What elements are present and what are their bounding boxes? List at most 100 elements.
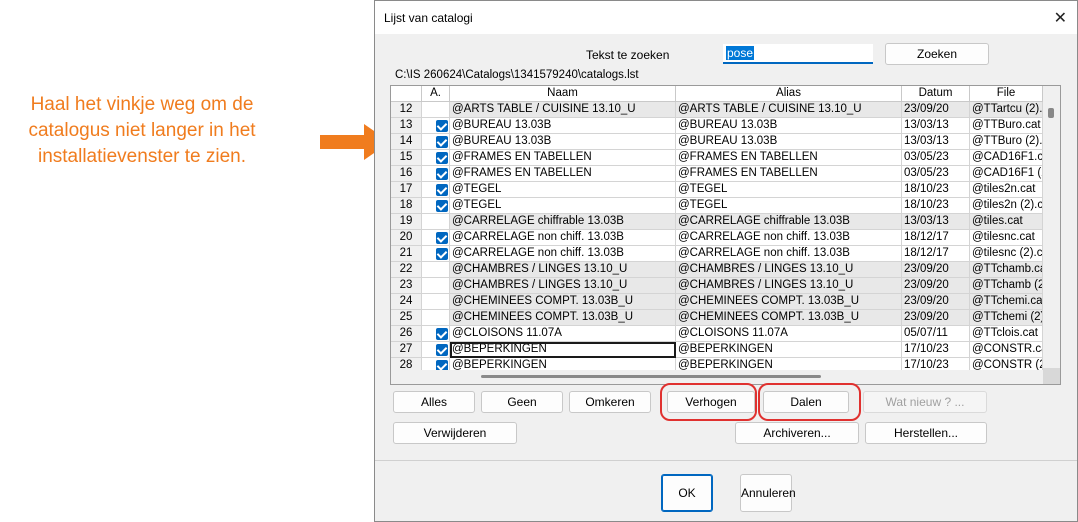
table-row[interactable]: 19 @CARRELAGE chiffrable 13.03B @CARRELAGE… [391, 214, 1043, 230]
table-row[interactable]: 24 @CHEMINEES COMPT. 13.03B_U @CHEMINEES C… [391, 294, 1043, 310]
table-row[interactable]: 17 @TEGEL @TEGEL 18/10/23 @tiles2n.cat [391, 182, 1043, 198]
naam-cell[interactable]: @CARRELAGE non chiff. 13.03B [450, 230, 676, 246]
active-cell[interactable] [422, 150, 450, 166]
file-cell[interactable]: @tiles2n (2).c [970, 198, 1043, 214]
file-cell[interactable]: @TTchemi.cat [970, 294, 1043, 310]
close-icon[interactable]: ✕ [1054, 8, 1067, 28]
table-row[interactable]: 14 @BUREAU 13.03B @BUREAU 13.03B 13/03/13 @T… [391, 134, 1043, 150]
horizontal-scrollbar[interactable] [391, 370, 1043, 384]
file-cell[interactable]: @tilesnc (2).ca [970, 246, 1043, 262]
alias-cell[interactable]: @FRAMES EN TABELLEN [676, 150, 902, 166]
alias-cell[interactable]: @BUREAU 13.03B [676, 134, 902, 150]
header-datum[interactable]: Datum [902, 86, 970, 102]
alias-cell[interactable]: @CHEMINEES COMPT. 13.03B_U [676, 294, 902, 310]
datum-cell[interactable]: 23/09/20 [902, 278, 970, 294]
active-cell[interactable] [422, 246, 450, 262]
file-cell[interactable]: @CONSTR.cat [970, 342, 1043, 358]
file-cell[interactable]: @TTclois.cat [970, 326, 1043, 342]
file-cell[interactable]: @tiles2n.cat [970, 182, 1043, 198]
naam-cell[interactable]: @CHAMBRES / LINGES 13.10_U [450, 278, 676, 294]
naam-cell[interactable]: @CHEMINEES COMPT. 13.03B_U [450, 310, 676, 326]
datum-cell[interactable]: 03/05/23 [902, 150, 970, 166]
naam-cell[interactable]: @FRAMES EN TABELLEN [450, 166, 676, 182]
file-cell[interactable]: @TTchemi (2).c [970, 310, 1043, 326]
datum-cell[interactable]: 13/03/13 [902, 214, 970, 230]
datum-cell[interactable]: 18/12/17 [902, 230, 970, 246]
header-active[interactable]: A. [422, 86, 450, 102]
active-cell[interactable] [422, 230, 450, 246]
naam-cell[interactable]: @CHAMBRES / LINGES 13.10_U [450, 262, 676, 278]
naam-cell[interactable]: @CHEMINEES COMPT. 13.03B_U [450, 294, 676, 310]
whats-new-button[interactable]: Wat nieuw ? ... [863, 391, 987, 413]
active-cell[interactable] [422, 134, 450, 150]
naam-cell[interactable]: @ARTS TABLE / CUISINE 13.10_U [450, 102, 676, 118]
datum-cell[interactable]: 18/10/23 [902, 198, 970, 214]
invert-selection-button[interactable]: Omkeren [569, 391, 651, 413]
table-row[interactable]: 21 @CARRELAGE non chiff. 13.03B @CARRELAGE… [391, 246, 1043, 262]
naam-cell[interactable]: @BUREAU 13.03B [450, 134, 676, 150]
active-cell[interactable] [422, 342, 450, 358]
alias-cell[interactable]: @CLOISONS 11.07A [676, 326, 902, 342]
horizontal-scroll-thumb[interactable] [481, 375, 821, 378]
active-cell[interactable] [422, 294, 450, 310]
active-checkbox[interactable] [436, 248, 448, 260]
alias-cell[interactable]: @CHAMBRES / LINGES 13.10_U [676, 262, 902, 278]
search-button[interactable]: Zoeken [885, 43, 989, 65]
cancel-button[interactable]: Annuleren [740, 474, 796, 512]
alias-cell[interactable]: @BEPERKINGEN [676, 342, 902, 358]
move-down-button[interactable]: Dalen [763, 391, 849, 413]
file-cell[interactable]: @tilesnc.cat [970, 230, 1043, 246]
select-none-button[interactable]: Geen [481, 391, 563, 413]
datum-cell[interactable]: 23/09/20 [902, 310, 970, 326]
file-cell[interactable]: @TTBuro (2).c [970, 134, 1043, 150]
header-file[interactable]: File [970, 86, 1043, 102]
active-cell[interactable] [422, 198, 450, 214]
active-checkbox[interactable] [436, 168, 448, 180]
ok-button[interactable]: OK [661, 474, 713, 512]
archive-button[interactable]: Archiveren... [735, 422, 859, 444]
active-checkbox[interactable] [436, 344, 448, 356]
file-cell[interactable]: @TTchamb.cat [970, 262, 1043, 278]
datum-cell[interactable]: 17/10/23 [902, 342, 970, 358]
header-alias[interactable]: Alias [676, 86, 902, 102]
table-row[interactable]: 16 @FRAMES EN TABELLEN @FRAMES EN TABELLEN… [391, 166, 1043, 182]
datum-cell[interactable]: 18/12/17 [902, 246, 970, 262]
naam-cell[interactable]: @TEGEL [450, 198, 676, 214]
active-checkbox[interactable] [436, 200, 448, 212]
file-cell[interactable]: @TTchamb (2) [970, 278, 1043, 294]
move-up-button[interactable]: Verhogen [667, 391, 755, 413]
active-cell[interactable] [422, 118, 450, 134]
active-cell[interactable] [422, 310, 450, 326]
table-row[interactable]: 20 @CARRELAGE non chiff. 13.03B @CARRELAGE… [391, 230, 1043, 246]
datum-cell[interactable]: 03/05/23 [902, 166, 970, 182]
active-checkbox[interactable] [436, 328, 448, 340]
active-cell[interactable] [422, 214, 450, 230]
table-row[interactable]: 12 @ARTS TABLE / CUISINE 13.10_U @ARTS TAB… [391, 102, 1043, 118]
alias-cell[interactable]: @CARRELAGE non chiff. 13.03B [676, 246, 902, 262]
datum-cell[interactable]: 23/09/20 [902, 102, 970, 118]
header-naam[interactable]: Naam [450, 86, 676, 102]
datum-cell[interactable]: 18/10/23 [902, 182, 970, 198]
table-row[interactable]: 18 @TEGEL @TEGEL 18/10/23 @tiles2n (2).c [391, 198, 1043, 214]
file-cell[interactable]: @tiles.cat [970, 214, 1043, 230]
active-cell[interactable] [422, 262, 450, 278]
active-checkbox[interactable] [436, 232, 448, 244]
restore-button[interactable]: Herstellen... [865, 422, 987, 444]
naam-cell[interactable]: @CARRELAGE non chiff. 13.03B [450, 246, 676, 262]
select-all-button[interactable]: Alles [393, 391, 475, 413]
active-cell[interactable] [422, 166, 450, 182]
naam-cell[interactable]: @FRAMES EN TABELLEN [450, 150, 676, 166]
file-cell[interactable]: @TTBuro.cat [970, 118, 1043, 134]
active-cell[interactable] [422, 102, 450, 118]
naam-cell[interactable]: @CLOISONS 11.07A [450, 326, 676, 342]
active-cell[interactable] [422, 278, 450, 294]
alias-cell[interactable]: @CARRELAGE non chiff. 13.03B [676, 230, 902, 246]
table-row[interactable]: 27 @BEPERKINGEN @BEPERKINGEN 17/10/23 @CONST… [391, 342, 1043, 358]
table-row[interactable]: 25 @CHEMINEES COMPT. 13.03B_U @CHEMINEES C… [391, 310, 1043, 326]
active-checkbox[interactable] [436, 152, 448, 164]
datum-cell[interactable]: 23/09/20 [902, 262, 970, 278]
alias-cell[interactable]: @TEGEL [676, 182, 902, 198]
delete-button[interactable]: Verwijderen [393, 422, 517, 444]
naam-cell[interactable]: @BUREAU 13.03B [450, 118, 676, 134]
active-cell[interactable] [422, 182, 450, 198]
